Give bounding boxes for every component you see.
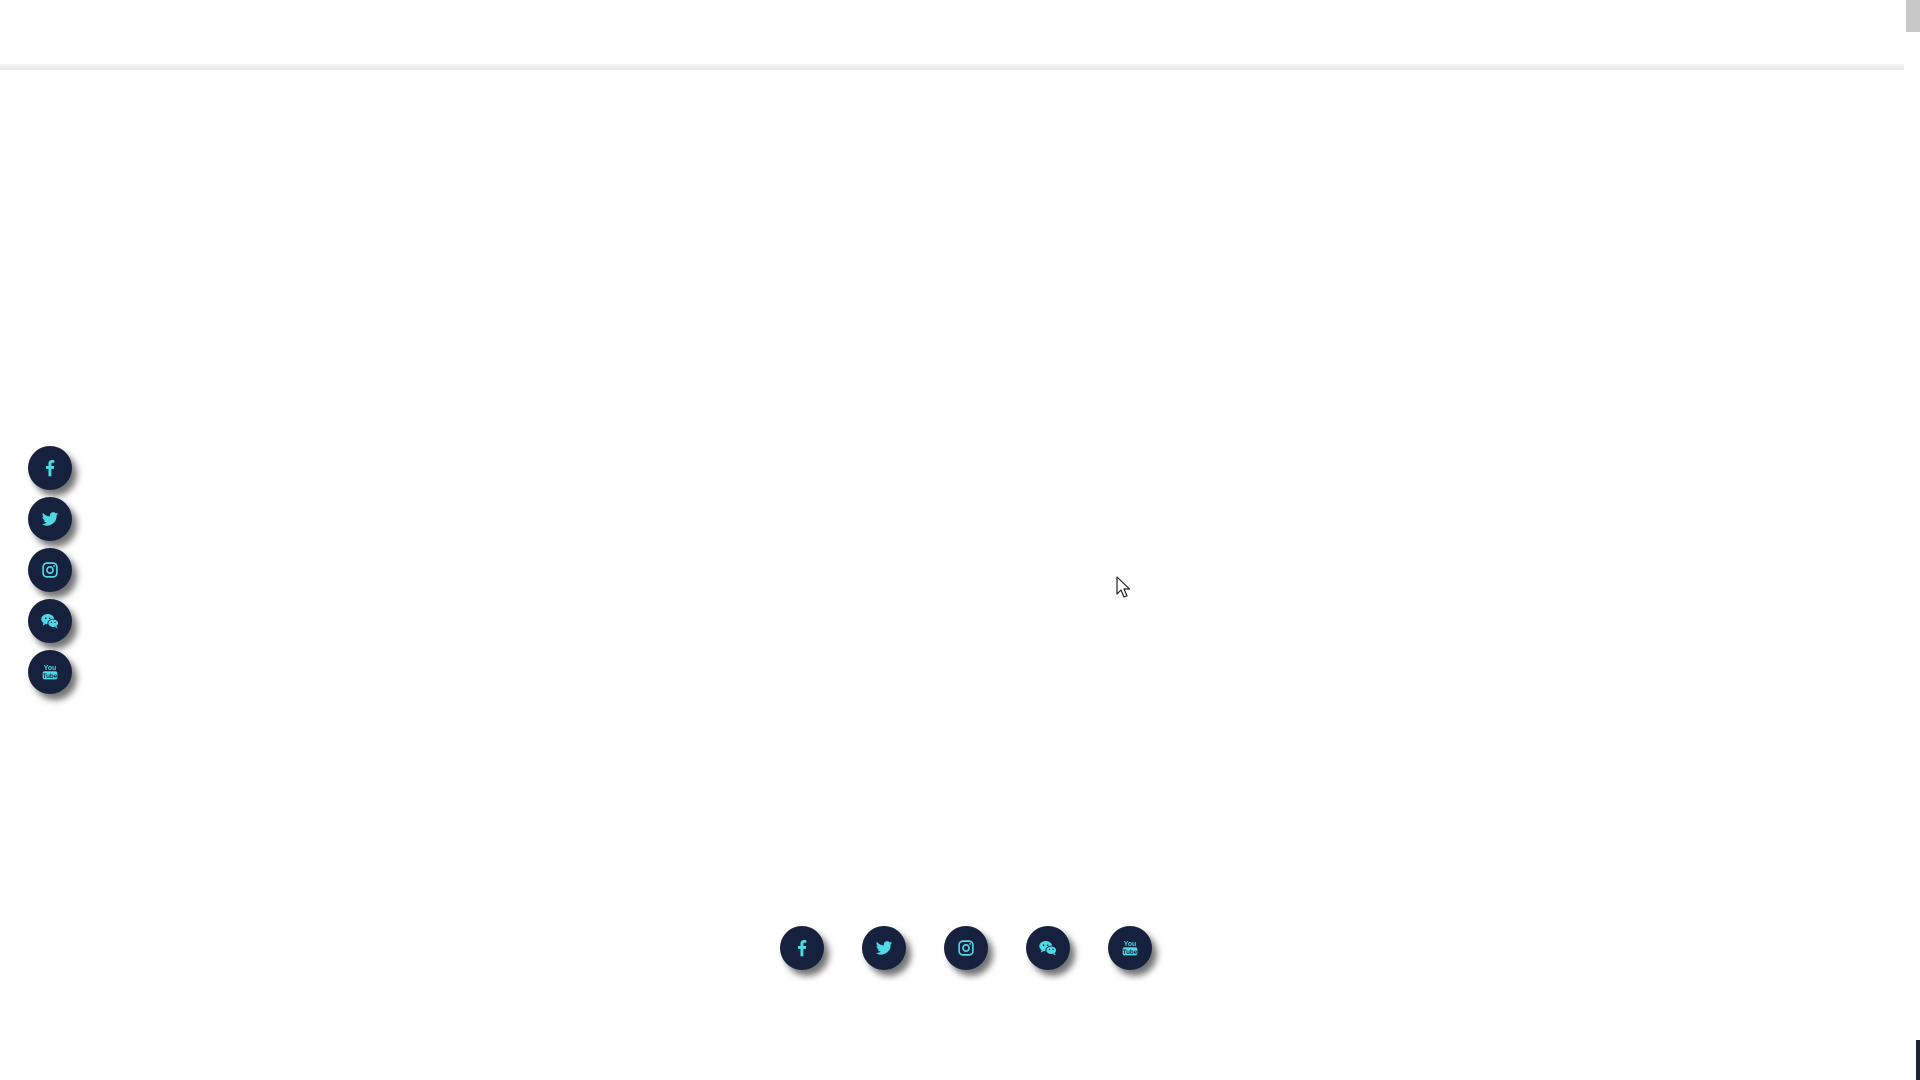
side-social-bar: You Tube xyxy=(28,446,72,694)
svg-text:Tube: Tube xyxy=(1123,949,1138,956)
footer-wechat-button[interactable] xyxy=(1026,926,1070,970)
side-facebook-button[interactable] xyxy=(28,446,72,490)
youtube-icon: You Tube xyxy=(1119,937,1141,959)
twitter-icon xyxy=(39,508,61,530)
mouse-pointer-icon xyxy=(1116,576,1132,600)
svg-text:You: You xyxy=(44,665,56,672)
scrollbar-thumb[interactable] xyxy=(1906,0,1920,32)
scrollbar[interactable] xyxy=(1906,0,1920,1080)
svg-text:Tube: Tube xyxy=(43,673,58,680)
youtube-icon: You Tube xyxy=(39,661,61,683)
footer-instagram-button[interactable] xyxy=(944,926,988,970)
side-twitter-button[interactable] xyxy=(28,497,72,541)
instagram-icon xyxy=(955,937,977,959)
facebook-icon xyxy=(39,457,61,479)
footer-youtube-button[interactable]: You Tube xyxy=(1108,926,1152,970)
facebook-icon xyxy=(791,937,813,959)
footer-social-bar: You Tube xyxy=(780,926,1152,970)
footer-twitter-button[interactable] xyxy=(862,926,906,970)
side-youtube-button[interactable]: You Tube xyxy=(28,650,72,694)
site-header xyxy=(0,0,1904,64)
twitter-icon xyxy=(873,937,895,959)
wechat-icon xyxy=(1037,937,1059,959)
header-divider xyxy=(0,64,1904,70)
wechat-icon xyxy=(39,610,61,632)
side-instagram-button[interactable] xyxy=(28,548,72,592)
corner-edge-mark xyxy=(1916,1040,1920,1080)
instagram-icon xyxy=(39,559,61,581)
footer-facebook-button[interactable] xyxy=(780,926,824,970)
side-wechat-button[interactable] xyxy=(28,599,72,643)
svg-text:You: You xyxy=(1124,941,1136,948)
